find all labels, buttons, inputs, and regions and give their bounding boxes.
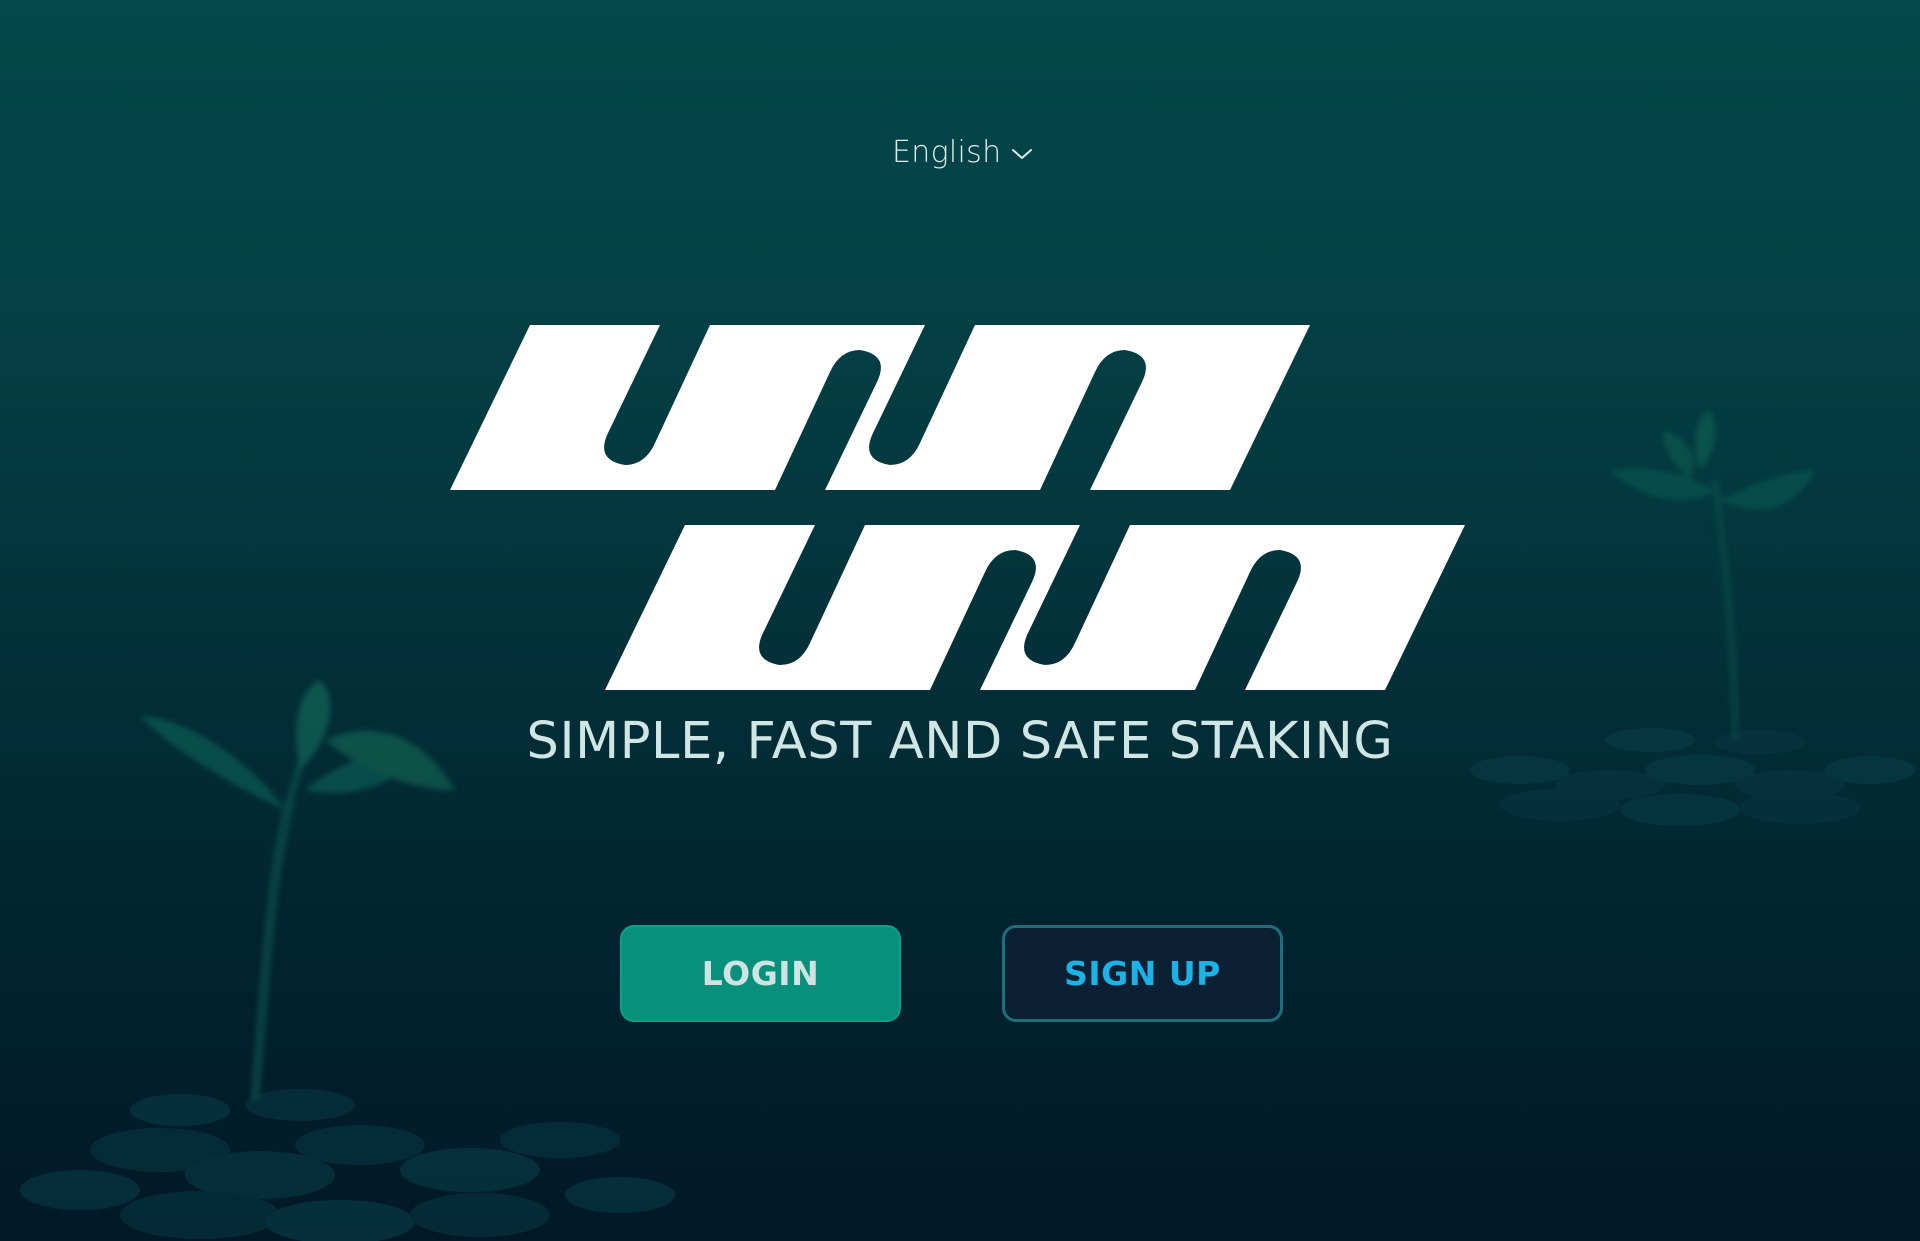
- language-selector[interactable]: English: [892, 130, 1033, 174]
- hero-tagline: SIMPLE, FAST AND SAFE STAKING: [526, 712, 1394, 771]
- login-button[interactable]: LOGIN: [620, 925, 901, 1022]
- brand-logo: [440, 315, 1480, 705]
- chevron-down-icon: [1012, 149, 1033, 159]
- signup-button[interactable]: SIGN UP: [1002, 925, 1283, 1022]
- language-label: English: [892, 134, 1002, 170]
